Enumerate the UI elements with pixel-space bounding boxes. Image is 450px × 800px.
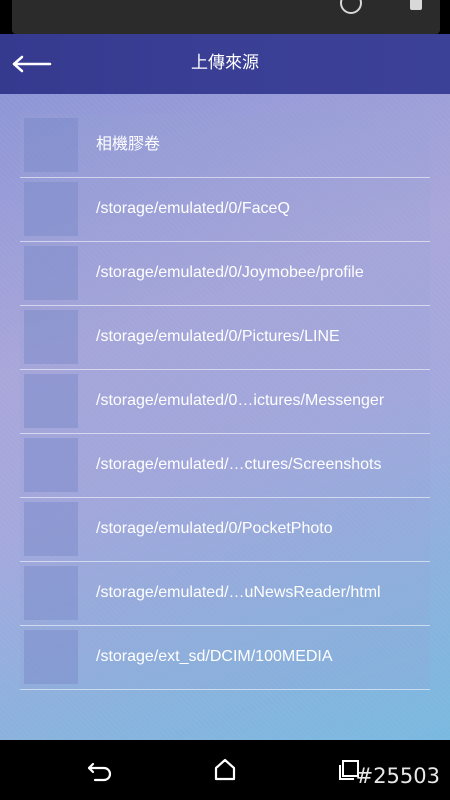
- folder-row[interactable]: /storage/emulated/…ctures/Screenshots: [20, 434, 430, 498]
- folder-path-label: /storage/emulated/0/Joymobee/profile: [96, 264, 364, 281]
- folder-thumbnail: [24, 630, 78, 684]
- folder-path-label: /storage/emulated/0/FaceQ: [96, 200, 290, 217]
- status-bar: [0, 0, 450, 34]
- folder-thumbnail: [24, 374, 78, 428]
- page-title: 上傳來源: [191, 53, 259, 72]
- navigation-bar: #25503: [0, 740, 450, 800]
- folder-list: 相機膠卷/storage/emulated/0/FaceQ/storage/em…: [20, 114, 430, 690]
- app-bar: 上傳來源: [0, 34, 450, 94]
- folder-list-panel: 相機膠卷/storage/emulated/0/FaceQ/storage/em…: [0, 94, 450, 740]
- folder-path-label: 相機膠卷: [96, 136, 161, 153]
- nav-back-icon: [87, 762, 112, 782]
- folder-path-label: /storage/ext_sd/DCIM/100MEDIA: [96, 648, 333, 665]
- folder-row[interactable]: /storage/emulated/0/FaceQ: [20, 178, 430, 242]
- settings-icon: [410, 0, 422, 10]
- folder-path-label: /storage/emulated/…ctures/Screenshots: [96, 456, 382, 473]
- watermark-text: #25503: [355, 764, 440, 788]
- alarm-icon: [340, 0, 362, 14]
- folder-thumbnail: [24, 438, 78, 492]
- folder-path-label: /storage/emulated/0/Pictures/LINE: [96, 328, 340, 345]
- folder-thumbnail: [24, 566, 78, 620]
- folder-row[interactable]: 相機膠卷: [20, 114, 430, 178]
- folder-path-label: /storage/emulated/…uNewsReader/html: [96, 584, 381, 601]
- folder-row[interactable]: /storage/emulated/0…ictures/Messenger: [20, 370, 430, 434]
- folder-row[interactable]: /storage/emulated/0/Joymobee/profile: [20, 242, 430, 306]
- nav-back-button[interactable]: [84, 754, 116, 786]
- folder-thumbnail: [24, 502, 78, 556]
- folder-row[interactable]: /storage/ext_sd/DCIM/100MEDIA: [20, 626, 430, 690]
- folder-thumbnail: [24, 182, 78, 236]
- folder-thumbnail: [24, 246, 78, 300]
- nav-home-button[interactable]: [209, 754, 241, 786]
- folder-row[interactable]: /storage/emulated/0/PocketPhoto: [20, 498, 430, 562]
- back-button[interactable]: [8, 46, 56, 82]
- arrow-left-icon: [12, 55, 52, 73]
- notification-overlay: [12, 0, 440, 34]
- folder-path-label: /storage/emulated/0…ictures/Messenger: [96, 392, 385, 409]
- folder-row[interactable]: /storage/emulated/0/Pictures/LINE: [20, 306, 430, 370]
- folder-row[interactable]: /storage/emulated/…uNewsReader/html: [20, 562, 430, 626]
- home-icon: [214, 758, 236, 781]
- folder-thumbnail: [24, 310, 78, 364]
- folder-thumbnail: [24, 118, 78, 172]
- folder-path-label: /storage/emulated/0/PocketPhoto: [96, 520, 333, 537]
